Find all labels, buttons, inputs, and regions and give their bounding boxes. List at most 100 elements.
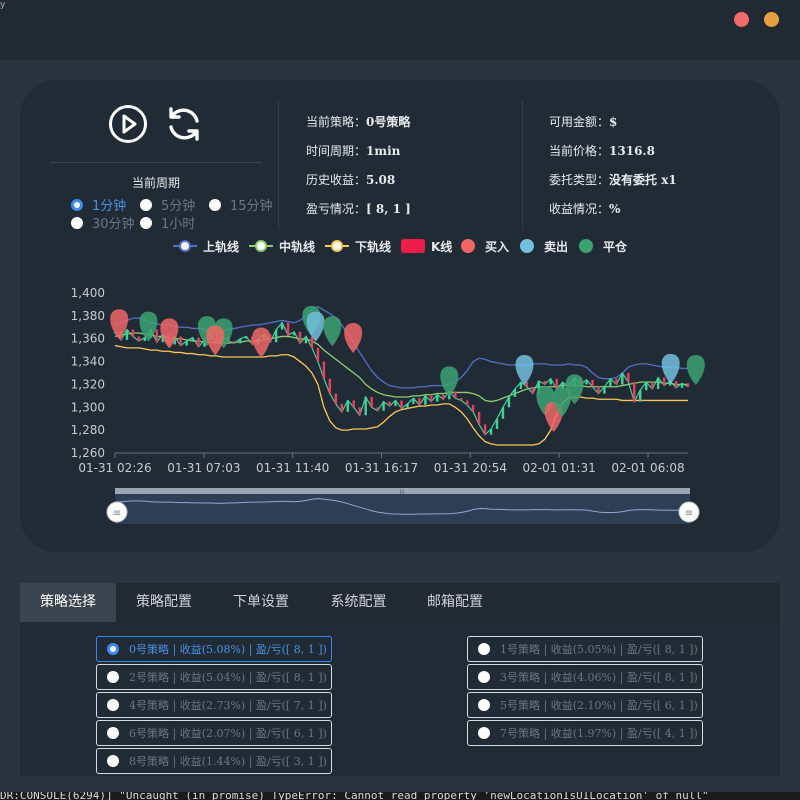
radio-dot [107,727,119,739]
strategy-option-4[interactable]: 4号策略 | 收益(2.73%) | 盈/亏([ 7, 1 ]) [96,692,332,718]
kline-candle [477,411,481,425]
kline-candle [191,337,194,341]
refresh-icon[interactable] [164,104,204,144]
legend-buy[interactable]: 买入 [461,236,509,256]
kline-candle [459,398,463,401]
zoom-grip-icon[interactable]: III [399,489,405,496]
kline-candle [501,407,505,419]
legend-close[interactable]: 平仓 [579,236,627,256]
strategy-option-7[interactable]: 7号策略 | 收益(1.97%) | 盈/亏([ 4, 1 ]) [467,720,703,746]
period-title: 当前周期 [131,176,180,190]
kline-candle [549,378,552,385]
radio-dot [107,671,119,683]
legend-middle-band[interactable]: 中轨线 [249,236,315,256]
period-radio-5min[interactable]: 5分钟 [140,195,195,214]
tab-mail-config[interactable]: 邮箱配置 [407,583,503,622]
kline-candle [483,424,487,435]
info-divider-left [278,100,279,230]
strategy-option-0[interactable]: 0号策略 | 收益(5.08%) | 盈/亏([ 8, 1 ]) [96,636,332,662]
tab-strategy-select[interactable]: 策略选择 [20,583,116,622]
strategy-option-2[interactable]: 2号策略 | 收益(5.04%) | 盈/亏([ 8, 1 ]) [96,664,332,690]
kline-candle [233,341,236,344]
kline-candle [674,381,678,388]
period-radio-1min[interactable]: 1分钟 [71,195,126,214]
zoom-slider[interactable]: ≡ ≡ III [0,484,800,530]
kline-candle [382,401,385,411]
strategy-option-8[interactable]: 8号策略 | 收益(1.44%) | 盈/亏([ 3, 1 ]) [96,748,332,774]
y-tick-label: 1,380 [71,309,105,323]
kline-candle [292,331,296,336]
marker-sell [306,311,325,342]
strategy-option-3[interactable]: 3号策略 | 收益(4.06%) | 盈/亏([ 8, 1 ]) [467,664,703,690]
kline-candle [400,400,403,409]
kline-candle [430,395,433,402]
kline-candle [274,329,278,343]
radio-dot [478,671,490,683]
kline-candle [531,386,535,394]
kline-candle [185,341,188,346]
tab-order-settings[interactable]: 下单设置 [212,583,310,622]
window-close-button[interactable] [734,12,749,27]
strategy-option-5[interactable]: 5号策略 | 收益(2.10%) | 盈/亏([ 6, 1 ]) [467,692,703,718]
zoom-handle-right-icon[interactable]: ≡ [685,508,693,519]
kline-candle [633,382,636,402]
kline-candle [686,383,690,387]
radio-dot [478,643,490,655]
kline-candle [424,395,427,405]
marker-buy [344,323,363,353]
kline-candle [662,377,666,386]
y-tick-label: 1,320 [71,377,105,391]
x-tick-label: 01-31 02:26 [78,461,151,475]
period-radio-15min[interactable]: 15分钟 [209,195,273,214]
kline-candle [454,391,457,399]
y-tick-label: 1,260 [71,446,105,460]
kline-candle [239,338,242,344]
kline-candle [280,322,284,330]
legend-lower-band[interactable]: 下轨线 [325,236,391,256]
legend-upper-band[interactable]: 上轨线 [173,236,239,256]
info-time-period: 时间周期：1min [306,144,401,158]
kline-candle [316,347,320,362]
x-tick-label: 01-31 16:17 [345,461,418,475]
strategy-option-6[interactable]: 6号策略 | 收益(2.07%) | 盈/亏([ 6, 1 ]) [96,720,332,746]
kline-candle [388,401,391,407]
radio-dot [107,755,119,767]
kline-candle [197,337,200,347]
kline-candle [143,337,147,341]
legend-kline[interactable]: K线 [401,236,452,256]
kline-candle [621,373,624,385]
tab-strategy-config[interactable]: 策略配置 [116,583,212,622]
kline-candle [639,390,642,402]
period-radio-30min[interactable]: 30分钟 [71,213,135,232]
radio-dot [478,699,490,711]
kline-candle [615,378,618,385]
kline-candle [394,400,397,407]
info-divider-right [522,100,523,230]
x-tick-label: 01-31 11:40 [256,461,329,475]
play-icon[interactable] [108,104,148,144]
tab-system-config[interactable]: 系统配置 [310,583,407,622]
kline-candle [370,397,373,408]
x-tick-label: 02-01 06:08 [611,461,684,475]
kline-candle [513,389,517,397]
kline-candle [471,405,475,412]
kline-candle [603,386,606,394]
zoom-handle-left-icon[interactable]: ≡ [113,508,121,519]
kline-candle [131,329,135,337]
kline-candle [519,382,523,389]
radio-dot [209,198,221,211]
marker-buy [252,327,271,358]
legend-sell[interactable]: 卖出 [520,236,568,256]
radio-dot [478,727,490,739]
kline-candle [137,336,141,341]
strategy-option-1[interactable]: 1号策略 | 收益(5.05%) | 盈/亏([ 8, 1 ]) [467,636,703,662]
window-minimize-button[interactable] [764,12,779,27]
x-tick-label: 02-01 01:31 [523,461,596,475]
kline-candle [555,378,558,389]
kline-candle [286,322,290,336]
kline-candle [597,386,600,394]
marker-close [686,355,705,385]
period-radio-1hour[interactable]: 1小时 [140,213,195,232]
kline-candle [155,329,158,343]
kline-candle [352,400,355,408]
